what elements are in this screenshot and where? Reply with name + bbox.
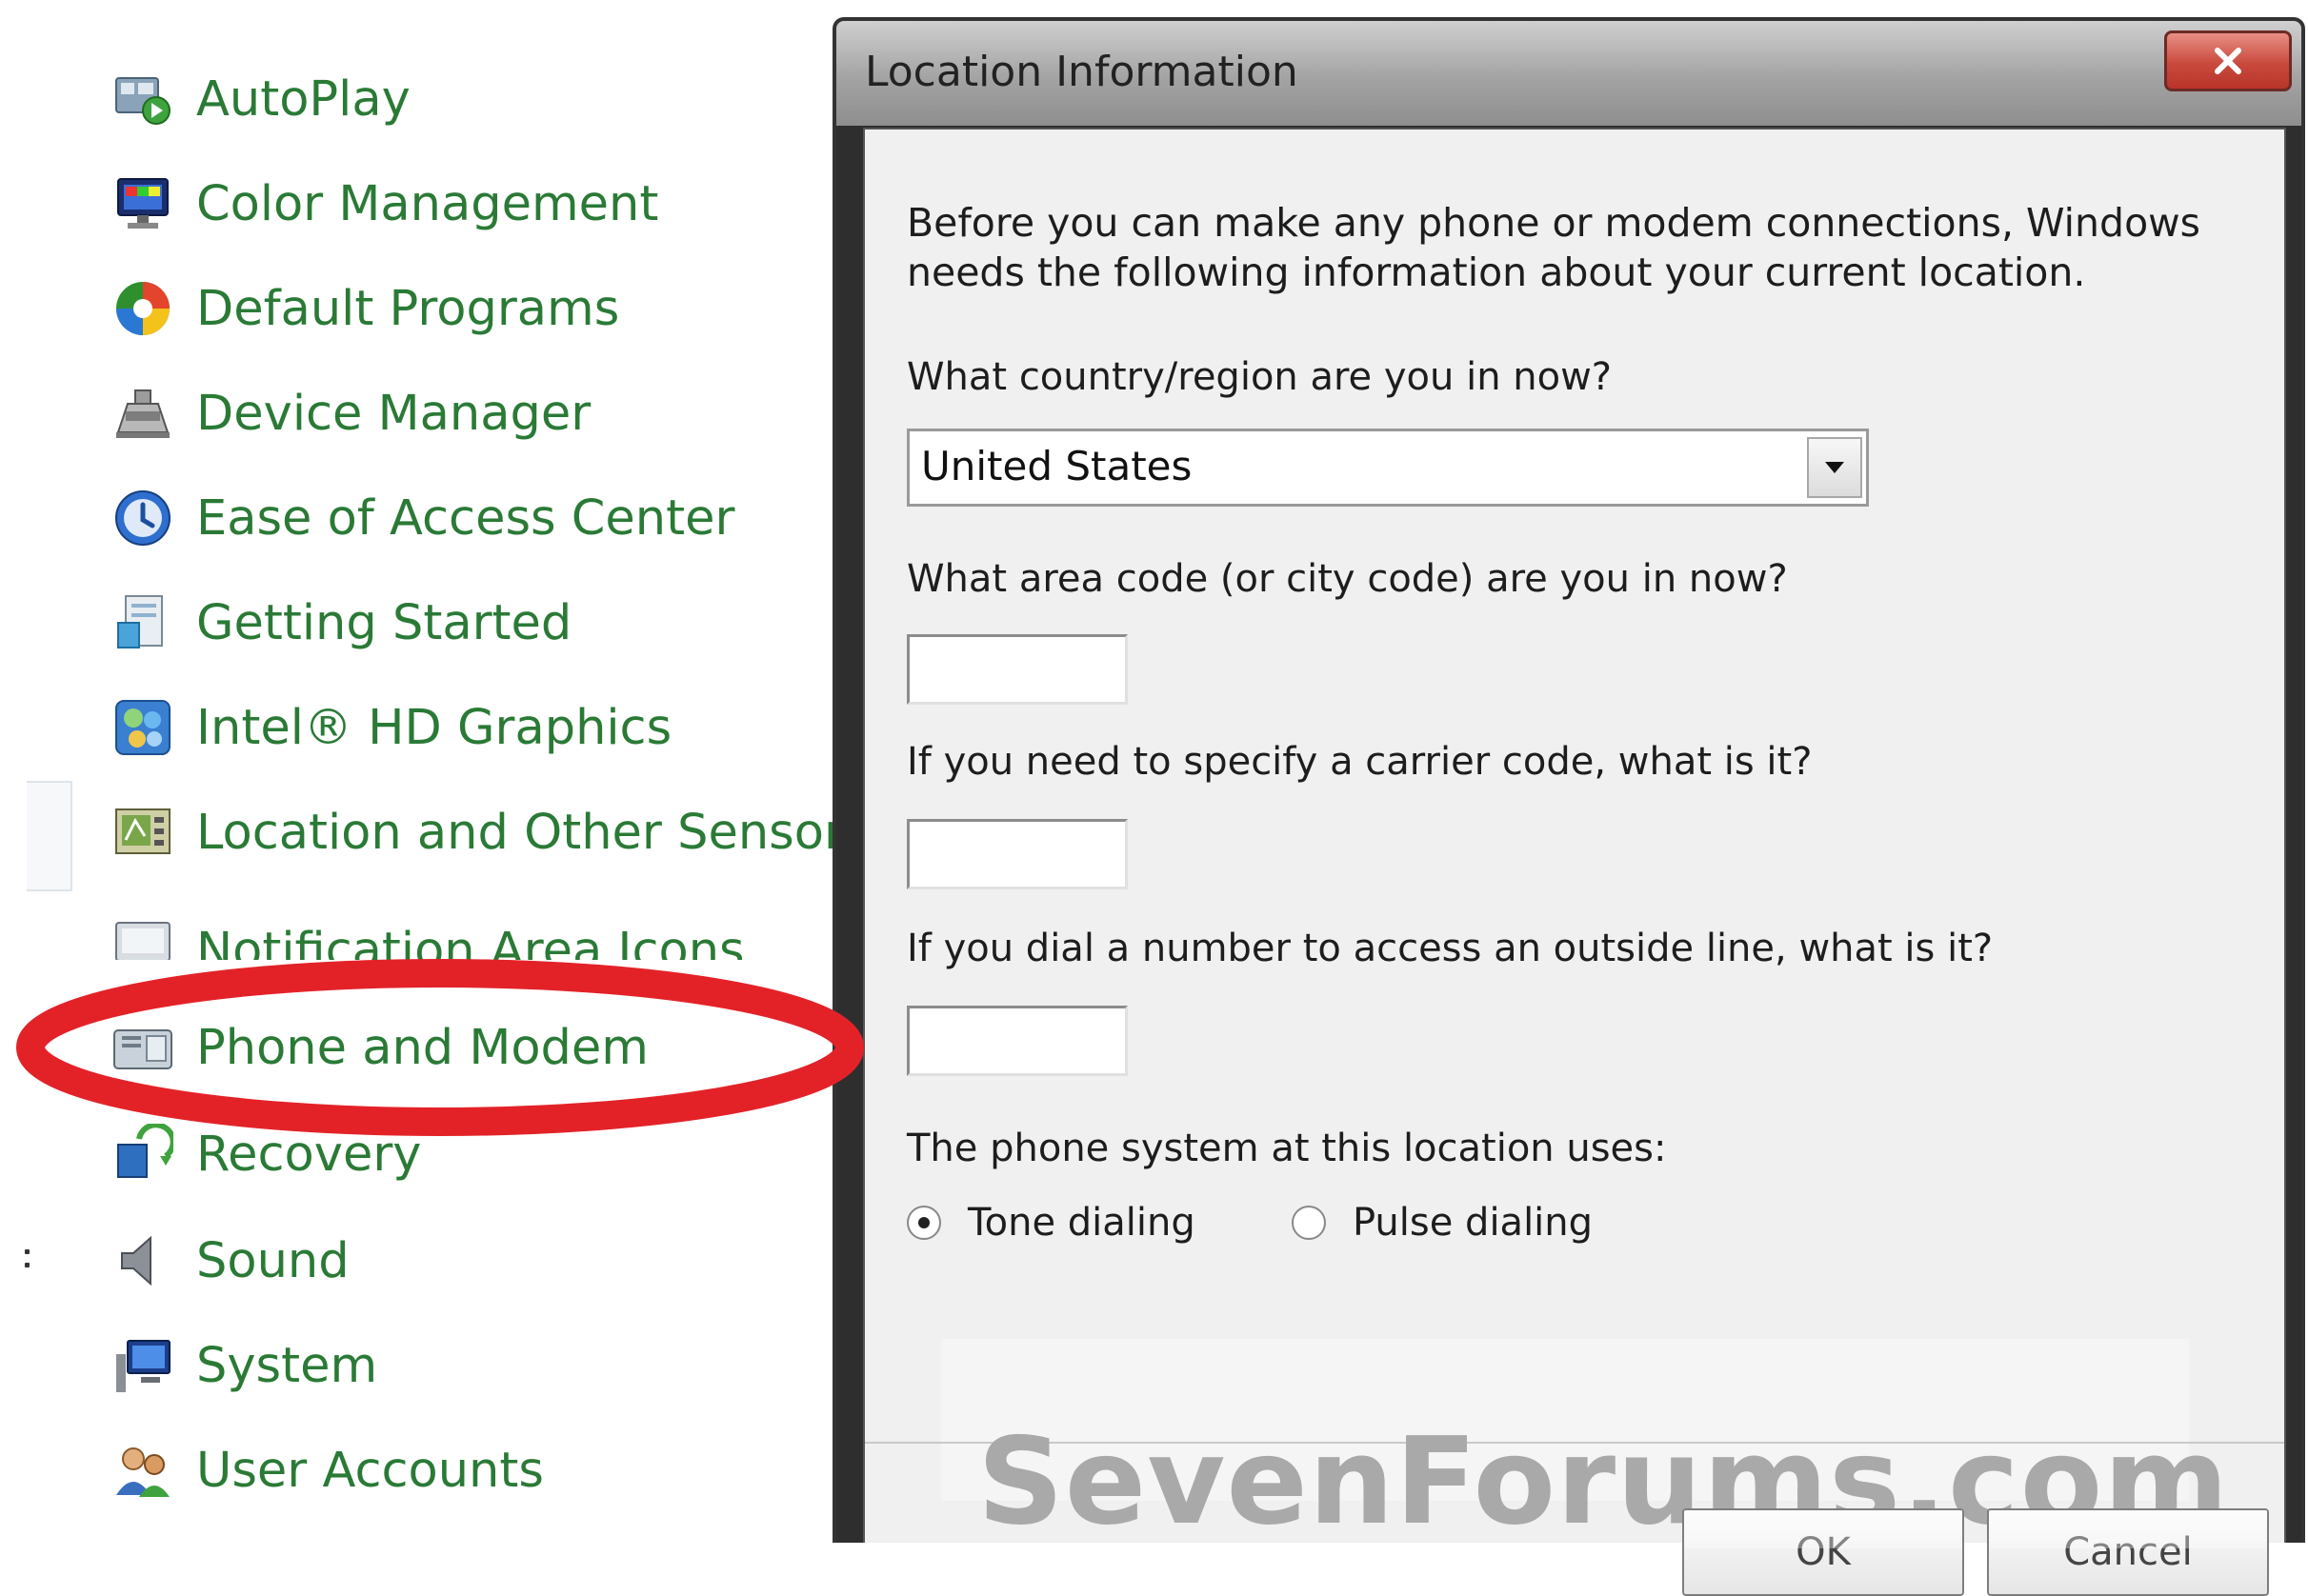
cp-item-label: AutoPlay	[196, 70, 411, 128]
cp-item-device-manager[interactable]: Device Manager	[112, 368, 836, 459]
cp-item-phone-modem[interactable]: Phone and Modem	[112, 1002, 836, 1093]
location-information-dialog: Location Information Before you can make…	[833, 17, 2305, 1596]
cancel-button-label: Cancel	[2063, 1530, 2193, 1574]
pulse-dialing-label: Pulse dialing	[1353, 1201, 1594, 1245]
cp-item-notification-area-icons[interactable]: Notification Area Icons	[112, 903, 836, 960]
notification-area-icon	[115, 922, 171, 960]
cp-item-label: Recovery	[196, 1126, 422, 1183]
cp-item-label: Location and Other Sensors	[196, 804, 870, 861]
control-panel-list: AutoPlay Color Management Default Progra…	[0, 0, 869, 1543]
dialog-titlebar[interactable]: Location Information	[836, 21, 2301, 126]
recovery-icon	[117, 1124, 173, 1178]
country-select[interactable]: United States	[907, 429, 1869, 507]
cp-item-label: Intel® HD Graphics	[196, 699, 672, 756]
close-icon	[2215, 48, 2241, 74]
outside-line-input[interactable]	[907, 1006, 1128, 1076]
cp-item-sound[interactable]: Sound	[112, 1215, 836, 1307]
phone-system-label: The phone system at this location uses:	[907, 1127, 1667, 1170]
radio-button-checked[interactable]	[907, 1206, 941, 1240]
cp-item-label: System	[196, 1337, 378, 1394]
location-sensors-icon	[115, 808, 171, 854]
device-manager-icon	[116, 389, 170, 438]
cp-item-label: Notification Area Icons	[196, 922, 745, 961]
cancel-button[interactable]: Cancel	[1987, 1508, 2269, 1596]
area-code-label: What area code (or city code) are you in…	[907, 557, 1788, 601]
cp-item-system[interactable]: System	[112, 1320, 836, 1411]
cp-item-label: Device Manager	[196, 385, 592, 442]
cp-item-autoplay[interactable]: AutoPlay	[112, 53, 836, 145]
getting-started-icon	[117, 595, 163, 648]
cp-item-label: Default Programs	[196, 280, 620, 337]
pulse-dialing-radio[interactable]: Pulse dialing	[1292, 1192, 1593, 1253]
country-label: What country/region are you in now?	[907, 355, 1613, 399]
carrier-code-input[interactable]	[907, 819, 1128, 889]
phone-modem-icon	[113, 1029, 172, 1069]
cp-item-default-programs[interactable]: Default Programs	[112, 263, 836, 354]
system-icon	[116, 1340, 171, 1392]
cp-item-label: User Accounts	[196, 1442, 544, 1499]
colon-fragment	[25, 1244, 30, 1272]
country-dropdown-button[interactable]	[1807, 437, 1862, 498]
tone-dialing-label: Tone dialing	[968, 1201, 1195, 1245]
user-accounts-icon	[116, 1447, 170, 1497]
outside-line-label: If you dial a number to access an outsid…	[907, 927, 1994, 970]
autoplay-icon	[115, 77, 171, 125]
cp-item-label: Ease of Access Center	[196, 489, 735, 547]
cp-item-label: Color Management	[196, 175, 659, 232]
color-management-icon	[117, 178, 169, 229]
ease-of-access-icon	[115, 490, 171, 546]
cp-item-recovery[interactable]: Recovery	[112, 1108, 836, 1200]
partial-window-edge	[27, 781, 72, 891]
cp-item-label: Getting Started	[196, 594, 572, 651]
area-code-input[interactable]	[907, 634, 1128, 705]
country-select-value: United States	[921, 443, 1193, 489]
intro-text: Before you can make any phone or modem c…	[907, 200, 2201, 295]
cp-item-location-sensors[interactable]: Location and Other Sensors	[112, 787, 869, 878]
cp-item-label: Sound	[196, 1232, 350, 1289]
cp-item-getting-started[interactable]: Getting Started	[112, 577, 836, 668]
cp-item-label: Phone and Modem	[196, 1019, 649, 1076]
cp-item-color-management[interactable]: Color Management	[112, 158, 836, 249]
close-button[interactable]	[2164, 30, 2292, 91]
default-programs-icon	[116, 282, 170, 335]
cp-item-ease-of-access[interactable]: Ease of Access Center	[112, 472, 836, 564]
tone-dialing-radio[interactable]: Tone dialing	[907, 1192, 1195, 1253]
dialog-body: Before you can make any phone or modem c…	[863, 128, 2286, 1596]
ok-button-label: OK	[1796, 1530, 1851, 1574]
ok-button[interactable]: OK	[1682, 1508, 1964, 1596]
carrier-code-label: If you need to specify a carrier code, w…	[907, 740, 1813, 784]
cp-item-user-accounts[interactable]: User Accounts	[112, 1425, 836, 1516]
speaker-icon	[121, 1235, 151, 1287]
radio-button-unchecked[interactable]	[1292, 1206, 1326, 1240]
cp-item-intel-graphics[interactable]: Intel® HD Graphics	[112, 682, 836, 773]
dialog-title: Location Information	[865, 48, 1298, 96]
intel-graphics-icon	[115, 700, 171, 755]
chevron-down-icon	[1825, 462, 1844, 473]
